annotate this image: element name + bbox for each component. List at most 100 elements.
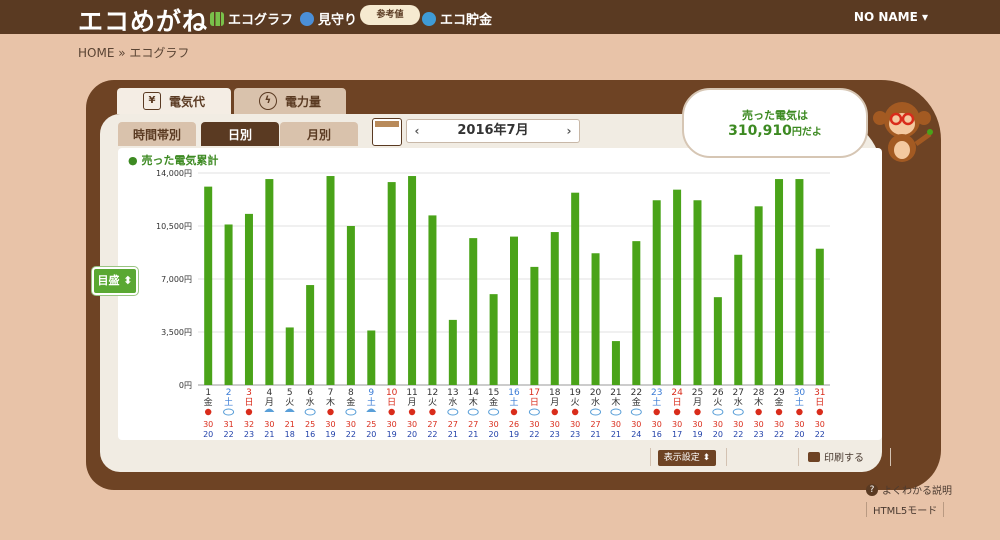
bar — [265, 179, 274, 385]
x-tick-label: 11 — [406, 388, 417, 398]
max-temp-label: 30 — [387, 420, 397, 429]
x-tick-label: 29 — [773, 388, 785, 398]
print-label: 印刷する — [824, 453, 864, 464]
min-temp-label: 24 — [631, 430, 641, 439]
weekday-label: 火 — [713, 397, 722, 408]
x-tick-label: 14 — [467, 388, 479, 398]
max-temp-label: 30 — [325, 420, 335, 429]
max-temp-label: 30 — [489, 420, 499, 429]
bar — [346, 226, 355, 385]
bar — [611, 341, 620, 385]
weekday-label: 水 — [734, 396, 743, 408]
bar — [693, 200, 702, 385]
bar — [306, 285, 315, 385]
bar — [469, 238, 478, 385]
print-button[interactable]: 印刷する — [808, 449, 864, 464]
bar — [571, 192, 580, 385]
bar — [530, 266, 539, 385]
cloud-icon — [447, 408, 459, 416]
max-temp-label: 27 — [427, 420, 437, 429]
weekday-label: 土 — [652, 396, 661, 408]
min-temp-label: 19 — [509, 430, 519, 439]
weekday-label: 金 — [489, 396, 498, 408]
weekday-label: 土 — [509, 396, 518, 408]
sun-icon — [571, 408, 579, 416]
sun-icon — [388, 408, 395, 416]
divider — [798, 448, 799, 466]
weekday-label: 日 — [387, 397, 396, 408]
x-tick-label: 22 — [631, 388, 642, 398]
sun-icon — [673, 408, 681, 416]
sun-icon — [653, 408, 660, 416]
bar — [795, 179, 804, 385]
bar — [754, 206, 763, 385]
x-tick-label: 25 — [692, 388, 703, 398]
cloud-icon — [467, 408, 479, 416]
weekday-label: 日 — [244, 397, 253, 408]
bar — [632, 241, 641, 385]
display-settings-button[interactable]: 表示設定 ⬍ — [658, 450, 716, 466]
help-link[interactable]: ? よくわかる説明 — [866, 482, 952, 497]
x-tick-label: 5 — [287, 388, 293, 398]
sun-icon — [245, 408, 253, 416]
bar — [285, 327, 294, 385]
bar — [815, 248, 824, 385]
umbrella-icon — [284, 408, 295, 412]
weekday-label: 木 — [469, 396, 478, 408]
x-tick-label: 6 — [307, 388, 313, 398]
min-temp-label: 22 — [733, 430, 743, 439]
max-temp-label: 30 — [407, 420, 417, 429]
min-temp-label: 20 — [203, 430, 213, 439]
max-temp-label: 30 — [346, 420, 356, 429]
max-temp-label: 30 — [203, 420, 213, 429]
weekday-label: 月 — [693, 397, 702, 408]
x-tick-label: 21 — [610, 388, 621, 398]
min-temp-label: 22 — [815, 430, 825, 439]
bar — [387, 182, 396, 385]
sun-icon — [816, 408, 824, 416]
x-tick-label: 1 — [205, 388, 211, 398]
x-tick-label: 28 — [753, 388, 765, 398]
weekday-label: 日 — [673, 397, 682, 408]
cloud-icon — [304, 408, 316, 416]
bar — [224, 224, 233, 385]
min-temp-label: 21 — [611, 430, 621, 439]
x-tick-label: 7 — [328, 388, 334, 398]
x-tick-label: 12 — [427, 388, 438, 398]
weekday-label: 木 — [754, 396, 763, 408]
sun-icon — [429, 408, 436, 416]
cloud-icon — [712, 408, 724, 416]
html5-mode-link[interactable]: HTML5モード — [866, 502, 945, 517]
weekday-label: 火 — [428, 397, 437, 408]
y-tick-label: 14,000円 — [156, 169, 192, 178]
cloud-icon — [590, 408, 602, 416]
max-temp-label: 27 — [448, 420, 458, 429]
weekday-label: 火 — [285, 397, 294, 408]
max-temp-label: 30 — [794, 420, 804, 429]
max-temp-label: 30 — [570, 420, 580, 429]
min-temp-label: 22 — [427, 430, 437, 439]
weekday-label: 水 — [306, 396, 315, 408]
x-tick-label: 8 — [348, 388, 354, 398]
sun-icon — [204, 408, 212, 416]
weekday-label: 水 — [448, 396, 457, 408]
weekday-label: 月 — [408, 397, 417, 408]
x-tick-label: 4 — [266, 388, 272, 398]
min-temp-label: 21 — [590, 430, 600, 439]
min-temp-label: 22 — [529, 430, 539, 439]
y-tick-label: 3,500円 — [161, 328, 192, 337]
sun-icon — [796, 408, 803, 416]
max-temp-label: 30 — [264, 420, 274, 429]
bar — [734, 254, 743, 385]
weekday-label: 木 — [611, 396, 620, 408]
min-temp-label: 19 — [692, 430, 702, 439]
bar — [244, 213, 253, 385]
y-tick-label: 10,500円 — [156, 222, 192, 231]
max-temp-label: 30 — [529, 420, 539, 429]
min-temp-label: 22 — [346, 430, 356, 439]
min-temp-label: 20 — [489, 430, 499, 439]
max-temp-label: 27 — [590, 420, 600, 429]
bar — [326, 176, 335, 385]
x-tick-label: 23 — [651, 388, 662, 398]
min-temp-label: 21 — [468, 430, 478, 439]
